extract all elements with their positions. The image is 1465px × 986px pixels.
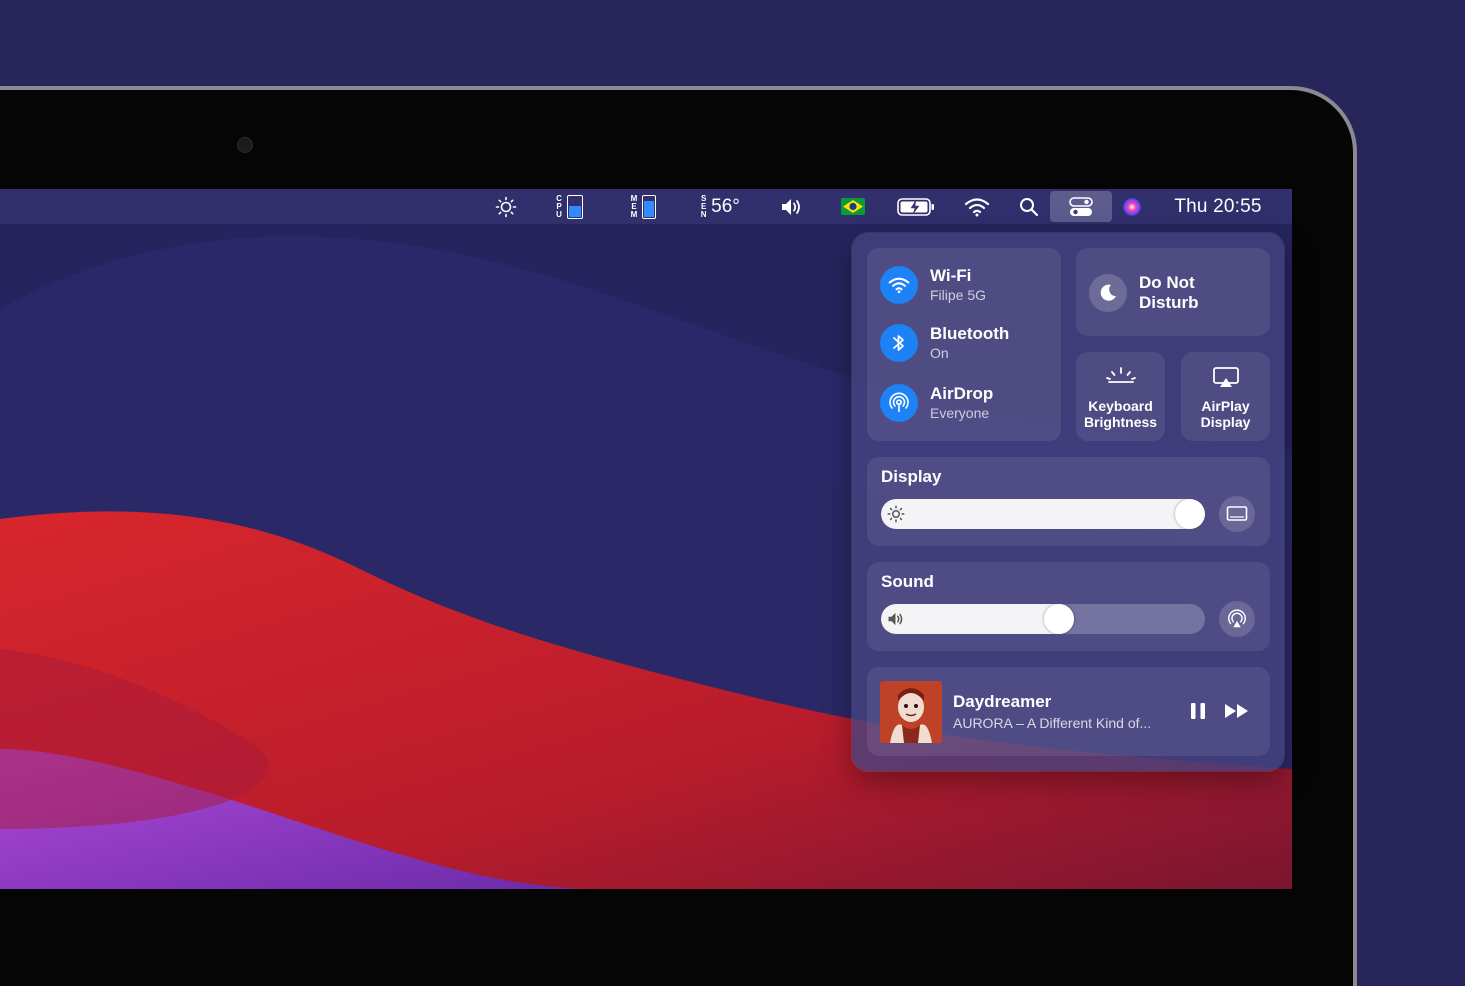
- airplay-display-icon: [1181, 366, 1270, 390]
- dnd-line-1: Do Not: [1139, 273, 1195, 292]
- bluetooth-title: Bluetooth: [930, 324, 1010, 343]
- dnd-line-2: Disturb: [1139, 293, 1199, 312]
- wifi-icon[interactable]: [960, 189, 994, 224]
- menu-clock[interactable]: Thu 20:55: [1166, 189, 1270, 224]
- airplay-display-tile[interactable]: AirPlay Display: [1181, 352, 1270, 441]
- audio-output-button[interactable]: [1219, 601, 1255, 637]
- airdrop-status: Everyone: [930, 405, 990, 421]
- bluetooth-toggle[interactable]: Bluetooth On: [880, 324, 1009, 362]
- keyboard-brightness-line-2: Brightness: [1083, 414, 1158, 430]
- menu-bar: CPU MEM SEN 56° Thu 20:55: [0, 189, 1292, 224]
- memory-meter-icon: [641, 194, 656, 219]
- battery-icon[interactable]: [894, 189, 938, 224]
- sensor-label: SEN: [700, 193, 707, 219]
- album-art[interactable]: [880, 681, 942, 743]
- monitor-icon: [1226, 506, 1248, 521]
- sound-volume-slider[interactable]: [881, 604, 1205, 634]
- search-icon[interactable]: [1014, 189, 1044, 224]
- display-tile: Display: [867, 457, 1270, 546]
- airdrop-toggle[interactable]: AirDrop Everyone: [880, 384, 993, 422]
- display-sun-icon: [887, 505, 905, 528]
- brightness-icon[interactable]: [490, 189, 522, 224]
- temperature-value: 56°: [711, 195, 740, 217]
- display-title: Display: [881, 467, 942, 486]
- airplay-line-1: AirPlay: [1201, 398, 1250, 414]
- do-not-disturb-tile[interactable]: Do Not Disturb: [1076, 248, 1270, 336]
- airplay-line-2: Display: [1200, 414, 1251, 430]
- wifi-toggle-icon: [880, 266, 918, 304]
- cpu-meter[interactable]: CPU: [548, 189, 590, 224]
- sound-title: Sound: [881, 572, 934, 591]
- display-settings-button[interactable]: [1219, 496, 1255, 532]
- network-tile: Wi-Fi Filipe 5G Bluetooth On AirDrop Eve…: [867, 248, 1061, 441]
- siri-icon[interactable]: [1118, 189, 1146, 224]
- cpu-meter-icon: [566, 194, 583, 219]
- display-brightness-slider[interactable]: [881, 499, 1205, 529]
- bluetooth-icon: [880, 324, 918, 362]
- keyboard-brightness-icon: [1076, 366, 1165, 386]
- control-center-panel: Wi-Fi Filipe 5G Bluetooth On AirDrop Eve…: [852, 233, 1284, 771]
- control-center-icon[interactable]: [1050, 191, 1112, 222]
- sound-slider-knob[interactable]: [1044, 604, 1075, 634]
- speaker-icon: [887, 611, 907, 632]
- next-track-button[interactable]: [1223, 701, 1253, 721]
- track-artist: AURORA – A Different Kind of...: [953, 715, 1152, 731]
- sound-tile: Sound: [867, 562, 1270, 651]
- fast-forward-icon: [1225, 704, 1248, 718]
- webcam: [237, 137, 253, 153]
- keyboard-brightness-line-1: Keyboard: [1088, 398, 1153, 414]
- wifi-title: Wi-Fi: [930, 266, 972, 285]
- memory-meter[interactable]: MEM: [622, 189, 664, 224]
- display-slider-fill: [881, 499, 1205, 529]
- display-slider-knob[interactable]: [1175, 499, 1205, 529]
- volume-icon[interactable]: [776, 189, 810, 224]
- brazil-flag-icon[interactable]: [838, 189, 868, 224]
- track-title: Daydreamer: [953, 692, 1052, 711]
- now-playing-tile: Daydreamer AURORA – A Different Kind of.…: [867, 667, 1270, 756]
- bluetooth-status: On: [930, 345, 949, 361]
- wifi-toggle[interactable]: Wi-Fi Filipe 5G: [880, 266, 986, 304]
- sensor-readout[interactable]: SEN 56°: [690, 189, 750, 224]
- mem-label: MEM: [630, 193, 638, 219]
- cpu-label: CPU: [556, 193, 562, 219]
- keyboard-brightness-tile[interactable]: Keyboard Brightness: [1076, 352, 1165, 441]
- airdrop-title: AirDrop: [930, 384, 994, 403]
- wifi-network-name: Filipe 5G: [930, 287, 987, 303]
- airplay-audio-icon: [1228, 609, 1246, 628]
- pause-button[interactable]: [1188, 701, 1208, 721]
- airdrop-icon: [880, 384, 918, 422]
- pause-icon: [1191, 703, 1205, 719]
- moon-icon: [1089, 274, 1127, 312]
